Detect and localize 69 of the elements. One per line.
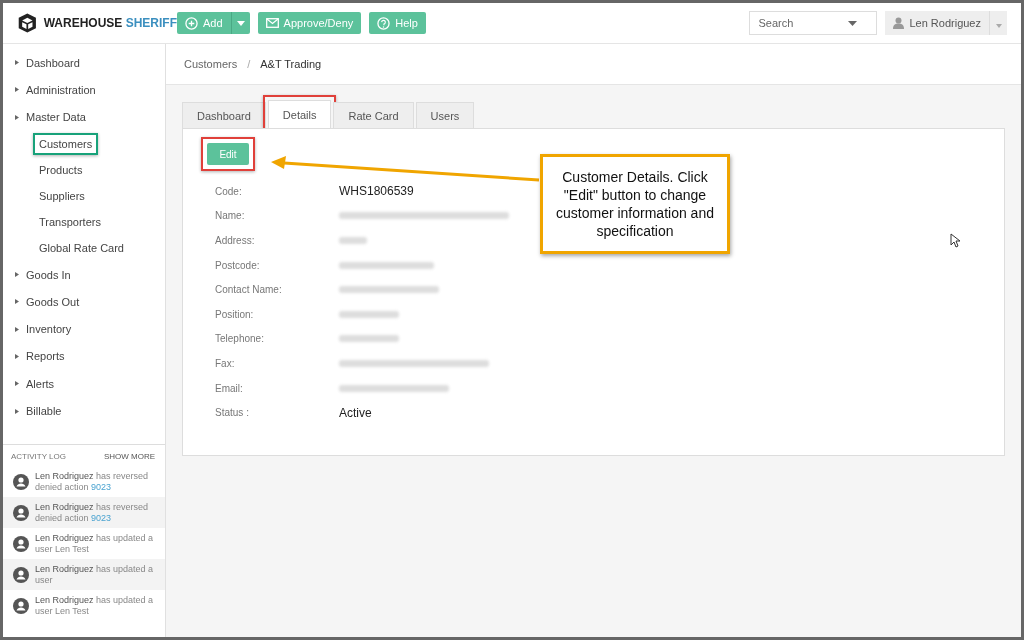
bullet-arrow-icon (15, 272, 19, 278)
field-label: Address: (215, 235, 256, 246)
activity-log-title: ACTIVITY LOG (11, 452, 66, 461)
bullet-arrow-icon (15, 381, 19, 387)
log-entry-text: Len Rodriguez has reversed denied action 9023 (35, 471, 150, 493)
field-label: Telephone: (215, 333, 265, 345)
field-label: Postcode: (215, 259, 261, 271)
callout-text: Customer Details. Click "Edit" button to change customer information and specification (555, 168, 715, 240)
nav-sublink[interactable]: Products (33, 158, 89, 181)
caret-icon (848, 21, 858, 26)
field-label: Email: (215, 382, 244, 394)
avatar-icon (13, 567, 29, 583)
nav-sublink[interactable]: Suppliers (33, 184, 91, 207)
bullet-arrow-icon (15, 87, 19, 93)
avatar-icon (13, 536, 29, 552)
bullet-arrow-icon (15, 114, 19, 120)
avatar-icon (13, 598, 29, 614)
nav-link[interactable]: Master Data (20, 106, 92, 129)
blurred-value (339, 335, 399, 343)
log-entry-text: Len Rodriguez has updated a user Len Test (35, 533, 155, 555)
nav-sublink[interactable]: Transporters (33, 210, 107, 233)
log-entry-text: Len Rodriguez has updated a user (35, 564, 155, 586)
caret-icon (236, 20, 245, 26)
log-entry-text: Len Rodriguez has reversed denied action 9023 (35, 502, 150, 524)
nav-link[interactable]: Reports (20, 345, 71, 368)
tab[interactable]: Details (267, 100, 332, 128)
nav-link[interactable]: Billable (20, 400, 68, 422)
nav-sublink[interactable]: Global Rate Card (33, 236, 130, 259)
blurred-value (339, 237, 367, 244)
nav-link[interactable]: Goods Out (20, 290, 86, 313)
nav-sublink[interactable]: Customers (33, 132, 99, 155)
breadcrumb-separator: / (247, 58, 251, 70)
field-label: Name: (215, 210, 246, 222)
tab[interactable]: Rate Card (333, 102, 414, 128)
envelope-icon (265, 18, 279, 28)
show-more-link[interactable]: SHOW MORE (103, 452, 155, 461)
nav-link[interactable]: Dashboard (20, 51, 86, 74)
blurred-value (339, 310, 399, 318)
search-field[interactable]: Search (749, 11, 878, 35)
avatar-icon (13, 505, 29, 521)
field-label: Code: (215, 185, 243, 197)
field-label: Position: (215, 308, 255, 320)
help-icon (377, 16, 391, 30)
tab[interactable]: Dashboard (182, 102, 266, 128)
plus-circle-icon (185, 16, 198, 30)
field-value: Active (339, 405, 372, 420)
nav-link[interactable]: Inventory (20, 318, 78, 341)
nav-link[interactable]: Alerts (20, 372, 61, 395)
field-value: WHS1806539 (339, 184, 414, 199)
tab[interactable]: Users (415, 102, 475, 128)
cube-logo-icon (17, 11, 38, 35)
bullet-arrow-icon (15, 299, 19, 305)
bullet-arrow-icon (15, 60, 19, 66)
log-entry-text: Len Rodriguez has updated a user Len Test (35, 595, 155, 617)
bullet-arrow-icon (15, 353, 19, 359)
avatar-icon (13, 474, 29, 490)
nav-link[interactable]: Administration (20, 78, 102, 101)
breadcrumb-current: A&T Trading (260, 58, 322, 70)
breadcrumb-link[interactable]: Customers (184, 58, 238, 70)
bullet-arrow-icon (15, 408, 19, 414)
caret-icon (996, 23, 1002, 28)
user-icon (893, 17, 905, 29)
bullet-arrow-icon (15, 326, 19, 332)
field-label: Contact Name: (215, 284, 283, 296)
mouse-cursor-icon (950, 233, 960, 248)
field-label: Fax: (215, 357, 236, 369)
field-label: Status : (215, 407, 250, 419)
nav-link[interactable]: Goods In (20, 263, 77, 286)
brand-name: WAREHOUSE SHERIFF (43, 16, 177, 30)
